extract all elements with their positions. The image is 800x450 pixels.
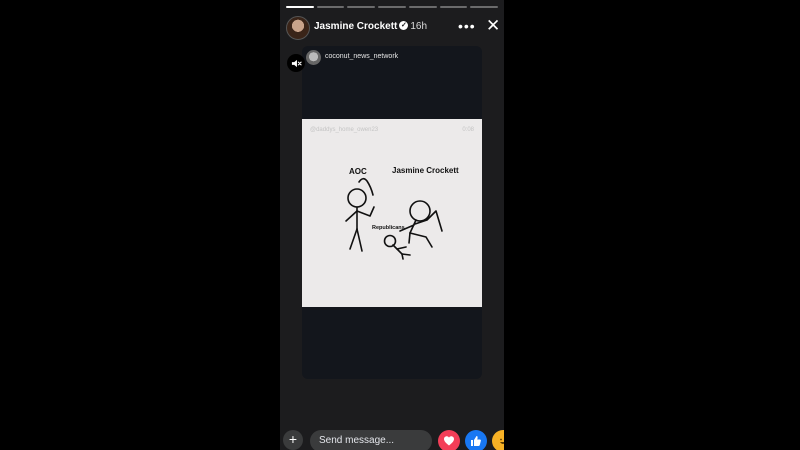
author-name[interactable]: Jasmine Crockett — [314, 21, 397, 32]
author-name-row[interactable]: Jasmine Crockett ✓ 16h — [314, 21, 427, 32]
progress-segment — [347, 6, 376, 8]
shared-post-card[interactable]: coconut_news_network @daddys_home_owen23… — [302, 46, 482, 379]
close-icon[interactable]: ✕ — [486, 17, 500, 35]
stick-figure-cartoon — [345, 177, 443, 260]
progress-segment — [316, 6, 345, 8]
author-avatar[interactable] — [286, 16, 310, 40]
progress-segment — [439, 6, 468, 8]
label-left-figure: AOC — [349, 167, 367, 176]
shared-account-handle[interactable]: coconut_news_network — [325, 53, 398, 60]
verified-badge-icon: ✓ — [399, 21, 409, 31]
story-progress — [286, 6, 499, 8]
post-time: 16h — [410, 21, 428, 32]
heart-icon[interactable] — [438, 430, 460, 450]
story-viewer: Jasmine Crockett ✓ 16h ••• ✕ coconut_news_… — [280, 0, 504, 450]
shared-post-header[interactable]: coconut_news_network — [306, 50, 476, 66]
progress-segment — [408, 6, 437, 8]
thumbs-up-icon[interactable] — [465, 430, 487, 450]
message-input[interactable] — [310, 430, 429, 450]
haha-icon[interactable] — [492, 430, 504, 450]
label-right-figure: Jasmine Crockett — [392, 166, 459, 175]
progress-segment — [286, 6, 314, 8]
mute-icon[interactable] — [287, 54, 305, 72]
label-ground-figure: Republicans — [372, 225, 405, 231]
progress-segment — [378, 6, 406, 8]
more-icon[interactable]: ••• — [458, 18, 476, 34]
progress-segment — [470, 6, 499, 8]
story-reply-bar: + — [280, 424, 504, 450]
shared-account-avatar[interactable] — [306, 50, 321, 65]
story-header: Jasmine Crockett ✓ 16h ••• ✕ — [286, 16, 500, 40]
message-field[interactable] — [310, 430, 432, 450]
add-icon[interactable]: + — [283, 430, 303, 450]
shared-video[interactable]: @daddys_home_owen23 0:08 AOC Jasmine Cro… — [302, 119, 482, 307]
